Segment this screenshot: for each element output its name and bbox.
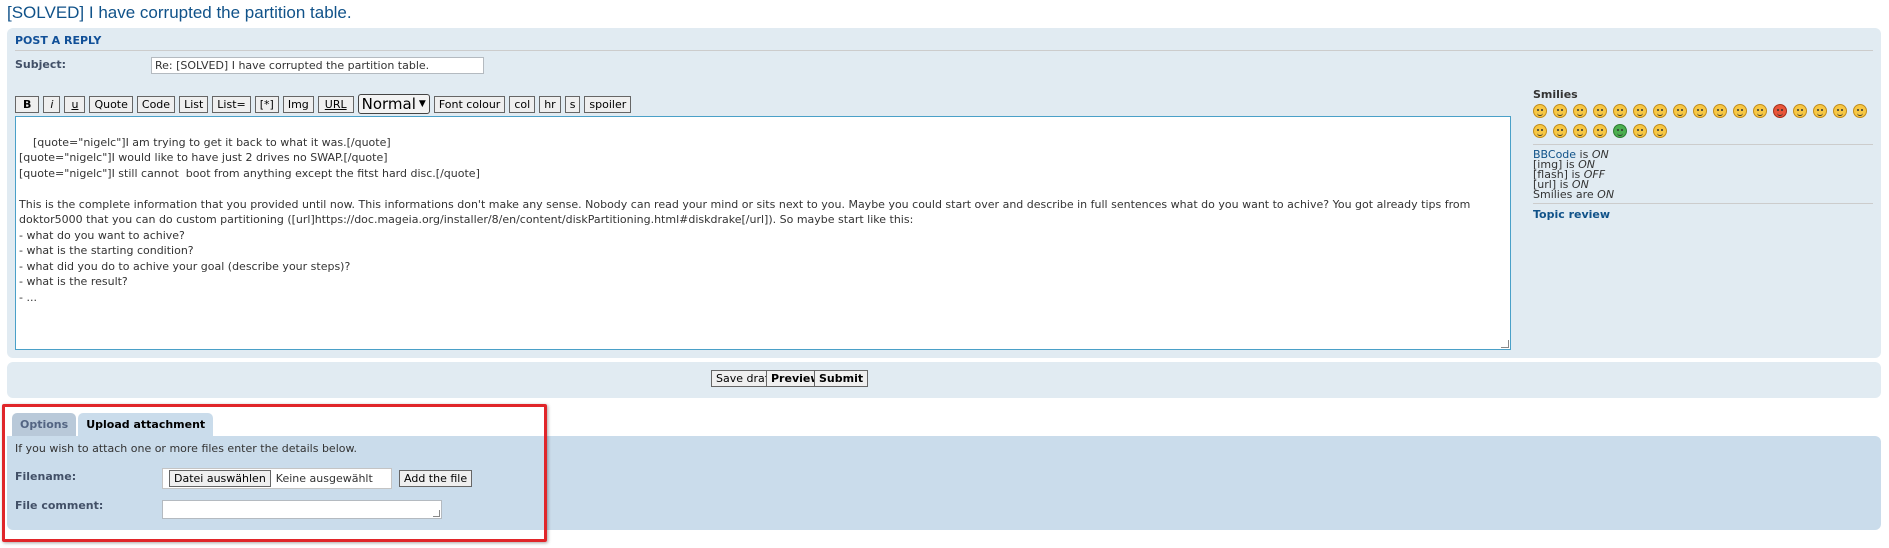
smiley-icon[interactable]: [1713, 104, 1727, 118]
smilies-grid: [1533, 104, 1873, 144]
smilies-status-line: Smilies are ON: [1533, 188, 1615, 201]
smiley-icon[interactable]: [1733, 104, 1747, 118]
underline-button[interactable]: u: [64, 95, 86, 113]
page-title: [SOLVED] I have corrupted the partition …: [7, 3, 352, 22]
quote-button[interactable]: Quote: [89, 95, 133, 113]
smilies-status-label: Smilies are: [1533, 188, 1598, 201]
smiley-icon[interactable]: [1613, 104, 1627, 118]
bbcode-status: BBCode is ON [img] is ON [flash] is OFF …: [1533, 149, 1615, 201]
bold-button[interactable]: B: [15, 95, 40, 113]
list-item-button[interactable]: [*]: [254, 95, 279, 113]
smilies-state: ON: [1597, 188, 1615, 201]
smiley-icon[interactable]: [1853, 104, 1867, 118]
topic-review-link[interactable]: Topic review: [1533, 208, 1610, 221]
smiley-icon[interactable]: [1533, 124, 1547, 138]
smiley-icon[interactable]: [1633, 124, 1647, 138]
sidebar-divider-2: [1533, 203, 1873, 204]
smiley-icon[interactable]: [1793, 104, 1807, 118]
ordered-list-button[interactable]: List=: [212, 95, 251, 113]
smiley-icon[interactable]: [1573, 124, 1587, 138]
smiley-icon[interactable]: [1833, 104, 1847, 118]
submit-bar: Save draft Preview Submit: [7, 362, 1881, 398]
smiley-icon[interactable]: [1553, 124, 1567, 138]
col-button[interactable]: col: [509, 95, 536, 113]
heading-divider: [15, 50, 1873, 51]
smiley-icon[interactable]: [1533, 104, 1547, 118]
spoiler-button[interactable]: spoiler: [584, 95, 632, 113]
sidebar-divider: [1533, 144, 1873, 145]
smiley-icon[interactable]: [1653, 104, 1667, 118]
list-button[interactable]: List: [179, 95, 209, 113]
smiley-icon[interactable]: [1673, 104, 1687, 118]
subject-input[interactable]: Re: [SOLVED] I have corrupted the partit…: [151, 57, 484, 74]
subject-label: Subject:: [15, 58, 67, 71]
bbcode-toolbar: B i u Quote Code List List= [*] Img URL …: [15, 94, 635, 114]
url-button[interactable]: URL: [317, 95, 354, 113]
img-button[interactable]: Img: [282, 95, 314, 113]
smiley-icon[interactable]: [1693, 104, 1707, 118]
message-textarea[interactable]: [quote="nigelc"]I am trying to get it ba…: [15, 116, 1511, 350]
smiley-icon[interactable]: [1593, 124, 1607, 138]
resize-handle-icon[interactable]: [1501, 340, 1509, 348]
post-reply-heading: POST A REPLY: [15, 34, 102, 47]
italic-button[interactable]: i: [43, 95, 61, 113]
highlight-box: [2, 404, 547, 542]
hr-button[interactable]: hr: [539, 95, 561, 113]
smiley-icon[interactable]: [1573, 104, 1587, 118]
smiley-icon[interactable]: [1653, 124, 1667, 138]
chevron-down-icon: ▼: [418, 99, 426, 109]
code-button[interactable]: Code: [136, 95, 176, 113]
smilies-title: Smilies: [1533, 88, 1578, 101]
smiley-icon[interactable]: [1553, 104, 1567, 118]
font-size-value: Normal: [361, 95, 416, 113]
smiley-icon[interactable]: [1633, 104, 1647, 118]
submit-button[interactable]: Submit: [814, 370, 869, 387]
font-colour-button[interactable]: Font colour: [433, 95, 506, 113]
smiley-icon[interactable]: [1613, 124, 1627, 138]
message-text: [quote="nigelc"]I am trying to get it ba…: [19, 135, 1471, 304]
font-size-select[interactable]: Normal ▼: [357, 94, 430, 114]
smiley-icon[interactable]: [1773, 104, 1787, 118]
smiley-icon[interactable]: [1593, 104, 1607, 118]
smiley-icon[interactable]: [1813, 104, 1827, 118]
smiley-icon[interactable]: [1753, 104, 1767, 118]
strike-button[interactable]: s: [564, 95, 581, 113]
